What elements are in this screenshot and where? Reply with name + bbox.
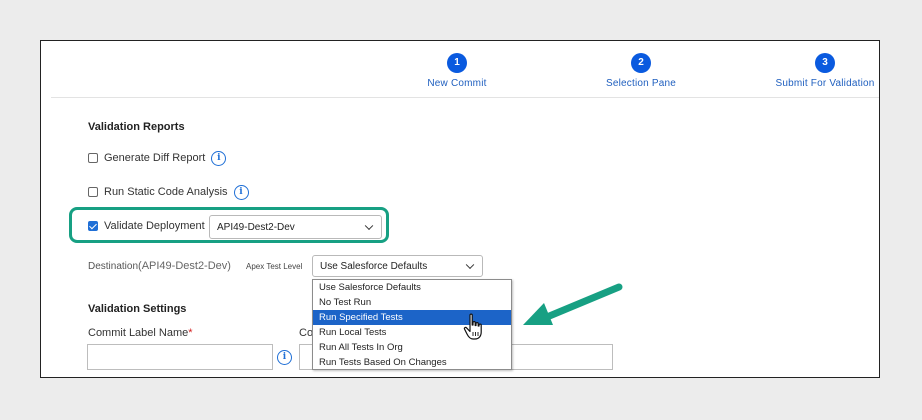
destination-value: (API49-Dest2-Dev)	[138, 260, 231, 272]
commit-label-name-label: Commit Label Name*	[88, 327, 193, 339]
second-field-input[interactable]	[299, 344, 313, 370]
validate-deployment-label: Validate Deployment	[104, 220, 205, 232]
stepper-divider	[51, 97, 879, 98]
step-selection-pane[interactable]: 2 Selection Pane	[571, 53, 711, 89]
org-select-value: API49-Dest2-Dev	[217, 221, 295, 233]
step-number-1: 1	[447, 53, 467, 73]
apex-select-value: Use Salesforce Defaults	[320, 260, 428, 272]
step-label-1: New Commit	[427, 78, 487, 89]
info-icon[interactable]: i	[233, 184, 249, 200]
chevron-down-icon	[364, 221, 374, 231]
static-code-row: Run Static Code Analysis i	[88, 183, 249, 201]
apex-test-level-label: Apex Test Level	[246, 262, 303, 271]
required-marker: *	[188, 327, 193, 339]
step-submit-validation[interactable]: 3 Submit For Validation	[755, 53, 879, 89]
green-arrow-icon	[523, 283, 623, 325]
step-number-3: 3	[815, 53, 835, 73]
chevron-down-icon	[465, 260, 475, 270]
validate-deployment-checkbox[interactable]	[88, 221, 98, 231]
option-no-test-run[interactable]: No Test Run	[313, 295, 511, 310]
apex-test-level-select[interactable]: Use Salesforce Defaults	[312, 255, 483, 277]
step-new-commit[interactable]: 1 New Commit	[387, 53, 527, 89]
validate-deployment-row: Validate Deployment	[88, 217, 205, 235]
option-run-tests-based-on-changes[interactable]: Run Tests Based On Changes	[313, 355, 511, 370]
commit-info-wrapper: i	[277, 350, 292, 365]
option-use-salesforce-defaults[interactable]: Use Salesforce Defaults	[313, 280, 511, 295]
info-icon[interactable]: i	[277, 350, 292, 365]
validation-reports-title: Validation Reports	[88, 121, 185, 133]
static-code-checkbox[interactable]	[88, 187, 98, 197]
hand-pointer-icon	[463, 313, 482, 340]
step-number-2: 2	[631, 53, 651, 73]
generate-diff-checkbox[interactable]	[88, 153, 98, 163]
progress-stepper: 1 New Commit 2 Selection Pane 3 Submit F…	[41, 41, 879, 99]
second-field-input-tail[interactable]	[511, 344, 613, 370]
generate-diff-label: Generate Diff Report	[104, 152, 206, 164]
static-code-label: Run Static Code Analysis	[104, 186, 228, 198]
commit-label-text: Commit Label Name	[88, 327, 189, 339]
step-label-3: Submit For Validation	[775, 78, 875, 89]
validation-panel: 1 New Commit 2 Selection Pane 3 Submit F…	[40, 40, 880, 378]
step-label-2: Selection Pane	[605, 78, 677, 89]
option-run-all-tests-in-org[interactable]: Run All Tests In Org	[313, 340, 511, 355]
info-icon[interactable]: i	[211, 150, 227, 166]
org-select[interactable]: API49-Dest2-Dev	[209, 215, 382, 239]
destination-label-text: Destination	[88, 261, 139, 272]
second-field-label: Co	[299, 327, 314, 339]
validation-settings-title: Validation Settings	[88, 303, 187, 315]
destination-label: Destination(API49-Dest2-Dev)	[88, 260, 231, 272]
generate-diff-row: Generate Diff Report i	[88, 149, 227, 167]
commit-label-input[interactable]	[87, 344, 273, 370]
